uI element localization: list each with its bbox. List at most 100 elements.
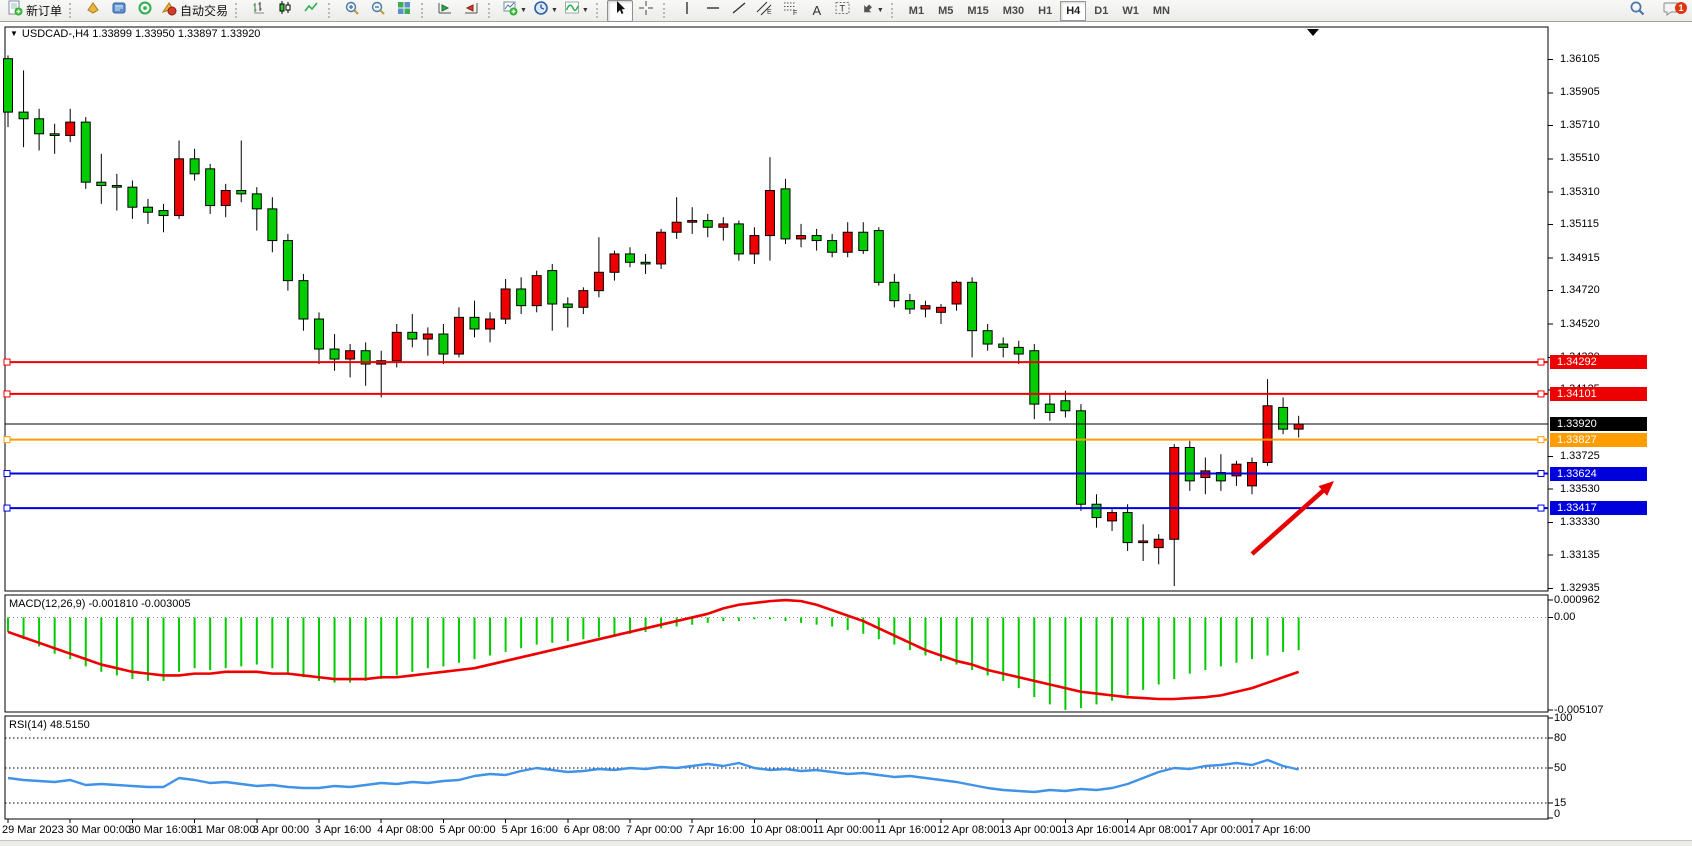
trend-line-button[interactable]	[726, 0, 752, 22]
price-tick-label: 1.33725	[1560, 450, 1600, 462]
bar-chart-icon	[251, 0, 267, 21]
time-label: 3 Apr 00:00	[253, 824, 309, 836]
indicators-button[interactable]: ▼	[561, 0, 592, 22]
timeframe-button-M15[interactable]: M15	[961, 1, 994, 21]
arrows-button[interactable]: ▼	[856, 0, 887, 22]
candle-body	[392, 332, 401, 360]
timeframe-button-M1[interactable]: M1	[903, 1, 930, 21]
hline-handle[interactable]	[4, 359, 10, 365]
price-tick-label: 1.35115	[1560, 218, 1599, 230]
candle-body	[517, 289, 526, 306]
chart-shift-icon	[437, 0, 453, 21]
hline-handle[interactable]	[1538, 505, 1544, 511]
fibonacci-button[interactable]: F	[778, 0, 804, 22]
chart-canvas[interactable]	[0, 0, 1692, 846]
hline-handle[interactable]	[4, 437, 10, 443]
candle-body	[688, 221, 697, 223]
candle-body	[1170, 447, 1179, 539]
hline-handle[interactable]	[1538, 359, 1544, 365]
toolbar: 新订单 自动交易	[0, 0, 1692, 22]
timeframe-button-M30[interactable]: M30	[997, 1, 1030, 21]
chart-shift-button[interactable]	[432, 0, 458, 22]
hline-handle[interactable]	[4, 471, 10, 477]
price-badge-1.33624: 1.33624	[1550, 467, 1647, 481]
navigator-button[interactable]	[132, 0, 158, 22]
timeframe-button-H1[interactable]: H1	[1032, 1, 1058, 21]
timeframe-button-W1[interactable]: W1	[1116, 1, 1145, 21]
time-label: 11 Apr 16:00	[875, 824, 937, 836]
crosshair-button[interactable]	[633, 0, 659, 22]
candle-body	[1076, 411, 1085, 504]
time-label: 7 Apr 00:00	[626, 824, 682, 836]
toolbar-grip	[421, 3, 426, 18]
chevron-down-icon: ▼	[582, 7, 589, 14]
candle-body	[330, 349, 339, 359]
chart-title: ▼USDCAD-,H4 1.33899 1.33950 1.33897 1.33…	[10, 28, 260, 40]
candle-body	[921, 306, 930, 309]
zoom-out-button[interactable]	[365, 0, 391, 22]
candle-body	[1014, 347, 1023, 354]
candle-body	[423, 334, 432, 339]
candle-body	[719, 224, 728, 227]
candle-body	[454, 317, 463, 354]
timeframe-button-MN[interactable]: MN	[1147, 1, 1176, 21]
candle-body	[1045, 404, 1054, 412]
new-order-button[interactable]: 新订单	[4, 0, 65, 22]
rsi-pane[interactable]	[5, 716, 1548, 819]
time-label: 13 Apr 16:00	[1061, 824, 1123, 836]
zoom-in-button[interactable]	[339, 0, 365, 22]
toolbar-grip	[69, 3, 74, 18]
price-badge-1.33827: 1.33827	[1550, 433, 1647, 447]
line-chart-button[interactable]	[298, 0, 324, 22]
text-icon: A	[813, 4, 822, 17]
candle-body	[237, 191, 246, 194]
candle-body	[843, 232, 852, 252]
hline-handle[interactable]	[4, 391, 10, 397]
notifications-button[interactable]: 1	[1658, 0, 1684, 22]
price-tick-label: 1.36105	[1560, 53, 1600, 65]
time-label: 10 Apr 08:00	[750, 824, 812, 836]
macd-pane[interactable]	[5, 595, 1548, 712]
candle-body	[890, 282, 899, 300]
toolbar-group-objects: E F A T ▼	[672, 0, 889, 22]
text-button[interactable]: A	[804, 0, 830, 22]
text-label-button[interactable]: T	[830, 0, 856, 22]
timeframe-button-H4[interactable]: H4	[1060, 1, 1086, 21]
horizontal-line-button[interactable]	[700, 0, 726, 22]
tile-windows-button[interactable]	[391, 0, 417, 22]
new-chart-button[interactable]: ▼	[499, 0, 530, 22]
svg-text:F: F	[793, 10, 797, 16]
market-watch-button[interactable]	[80, 0, 106, 22]
time-label: 5 Apr 00:00	[439, 824, 495, 836]
equidistant-channel-button[interactable]: E	[752, 0, 778, 22]
search-button[interactable]	[1624, 0, 1650, 22]
price-badge-1.34101: 1.34101	[1550, 387, 1647, 401]
candle-body	[781, 189, 790, 239]
toolbar-group-new: ▼ ▼ ▼	[497, 0, 594, 22]
chevron-down-icon: ▼	[520, 7, 527, 14]
hline-handle[interactable]	[1538, 437, 1544, 443]
candle-body	[470, 317, 479, 329]
profiles-button[interactable]: ▼	[530, 0, 561, 22]
vertical-line-button[interactable]	[674, 0, 700, 22]
time-label: 17 Apr 16:00	[1248, 824, 1310, 836]
candle-body	[159, 211, 168, 216]
candle-body	[1294, 424, 1303, 429]
hline-handle[interactable]	[1538, 471, 1544, 477]
bar-chart-button[interactable]	[246, 0, 272, 22]
auto-trading-button[interactable]: 自动交易	[158, 0, 231, 22]
candle-body	[594, 272, 603, 290]
price-pane[interactable]	[5, 27, 1548, 591]
timeframe-button-M5[interactable]: M5	[932, 1, 959, 21]
macd-scale-label: 0.00	[1554, 611, 1575, 623]
data-window-button[interactable]	[106, 0, 132, 22]
cursor-button[interactable]	[607, 0, 633, 22]
auto-scroll-button[interactable]	[458, 0, 484, 22]
candle-body	[1185, 447, 1194, 480]
hline-handle[interactable]	[4, 505, 10, 511]
hline-handle[interactable]	[1538, 391, 1544, 397]
price-tick-label: 1.33135	[1560, 549, 1600, 561]
candle-chart-icon	[277, 0, 293, 21]
candle-chart-button[interactable]	[272, 0, 298, 22]
timeframe-button-D1[interactable]: D1	[1088, 1, 1114, 21]
